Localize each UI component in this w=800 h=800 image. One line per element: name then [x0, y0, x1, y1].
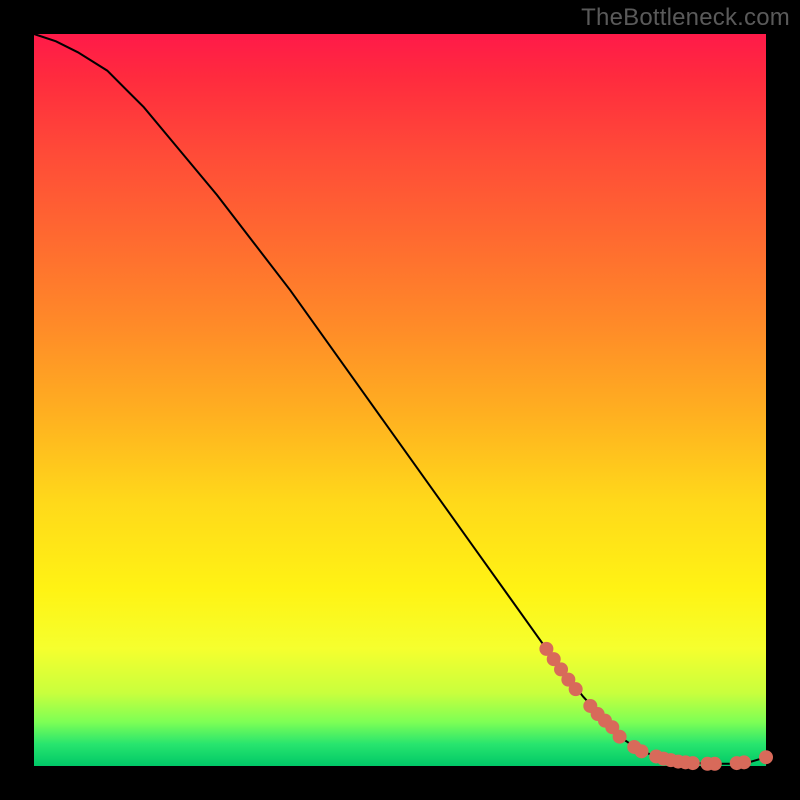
bottleneck-curve	[34, 34, 766, 764]
watermark-text: TheBottleneck.com	[581, 4, 790, 32]
highlight-dots	[540, 642, 773, 770]
plot-area	[34, 34, 766, 766]
data-point	[708, 757, 721, 770]
chart-frame: TheBottleneck.com	[0, 0, 800, 800]
data-point	[738, 756, 751, 769]
data-point	[613, 730, 626, 743]
chart-svg	[34, 34, 766, 766]
data-point	[569, 683, 582, 696]
data-point	[686, 757, 699, 770]
data-point	[635, 745, 648, 758]
data-point	[760, 751, 773, 764]
